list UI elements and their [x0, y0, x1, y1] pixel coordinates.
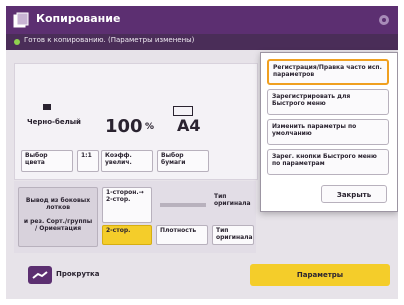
gear-icon[interactable]	[376, 12, 392, 28]
popup-item-change-defaults[interactable]: Изменить параметры по умолчанию	[267, 119, 389, 145]
duplex-label: 1-сторон.→ 2-стор.	[106, 189, 144, 203]
paper-select-label: Выбор бумаги	[161, 152, 186, 166]
bw-indicator-icon	[43, 104, 51, 110]
paper-icon	[173, 106, 193, 116]
density-button[interactable]: Плотность	[156, 225, 208, 245]
duplex-value: 2-стор.	[106, 227, 131, 234]
title-bar: Копирование	[6, 6, 398, 34]
options-label: Параметры	[296, 271, 344, 279]
paper-select-button[interactable]: Выбор бумаги	[157, 150, 209, 172]
tray-output-button[interactable]: Вывод из боковых лотков и рез. Сорт./гру…	[18, 187, 98, 247]
one-to-one-label: 1:1	[81, 152, 92, 159]
density-label: Плотность	[160, 227, 197, 234]
status-indicator-icon	[14, 39, 20, 45]
popup-item-quick-menu-buttons[interactable]: Зарег. кнопки Быстрого меню по параметра…	[267, 149, 389, 175]
page-title: Копирование	[36, 12, 121, 25]
orientation-label: и рез. Сорт./группы / Ориентация	[23, 218, 93, 232]
status-message: Готов к копированию. (Параметры изменены…	[24, 36, 195, 44]
tray-output-label: Вывод из боковых лотков	[25, 197, 91, 211]
preview-toggle[interactable]	[28, 266, 52, 284]
popup-item-label: Регистрация/Правка часто исп. параметров	[273, 64, 382, 79]
preview-label: Прокрутка	[56, 270, 100, 278]
popup-item-label: Зарег. кнопки Быстрого меню по параметра…	[272, 153, 377, 168]
copy-icon	[13, 12, 29, 28]
original-type-label: Тип оригинала	[214, 193, 251, 207]
duplex-button[interactable]: 2-стор.	[102, 225, 152, 245]
color-select-label: Выбор цвета	[25, 152, 48, 166]
popup-item-register-edit[interactable]: Регистрация/Правка часто исп. параметров	[267, 59, 389, 85]
zoom-ratio-button[interactable]: Коэфф. увелич.	[101, 150, 153, 172]
status-bar: Готов к копированию. (Параметры изменены…	[6, 34, 398, 50]
original-type-value: Тип оригинала	[216, 227, 253, 241]
one-to-one-button[interactable]: 1:1	[77, 150, 99, 172]
favorites-popup: Регистрация/Правка часто исп. параметров…	[260, 52, 398, 212]
popup-item-register-quick-menu[interactable]: Зарегистрировать для Быстрого меню	[267, 89, 389, 115]
popup-item-label: Изменить параметры по умолчанию	[272, 123, 357, 138]
zoom-value: 100	[105, 116, 143, 137]
color-mode-value: Черно-белый	[27, 118, 81, 126]
close-label: Закрыть	[336, 191, 372, 199]
original-type-button[interactable]: Тип оригинала	[212, 225, 254, 245]
zoom-unit: %	[145, 122, 155, 132]
preview-icon	[32, 271, 48, 279]
density-slider[interactable]	[160, 203, 206, 207]
color-select-button[interactable]: Выбор цвета	[21, 150, 73, 172]
options-button[interactable]: Параметры	[250, 264, 390, 286]
copy-screen: Копирование Готов к копированию. (Параме…	[6, 6, 398, 299]
popup-item-label: Зарегистрировать для Быстрого меню	[272, 93, 351, 108]
settings-summary-panel: Черно-белый 100 % A4 Выбор цвета 1:1 Коэ…	[14, 63, 258, 180]
function-panel: Вывод из боковых лотков и рез. Сорт./гру…	[14, 181, 256, 253]
paper-size-value: A4	[177, 116, 201, 135]
zoom-ratio-label: Коэфф. увелич.	[105, 152, 132, 166]
duplex-option[interactable]: 1-сторон.→ 2-стор.	[102, 187, 152, 223]
close-button[interactable]: Закрыть	[321, 185, 387, 203]
